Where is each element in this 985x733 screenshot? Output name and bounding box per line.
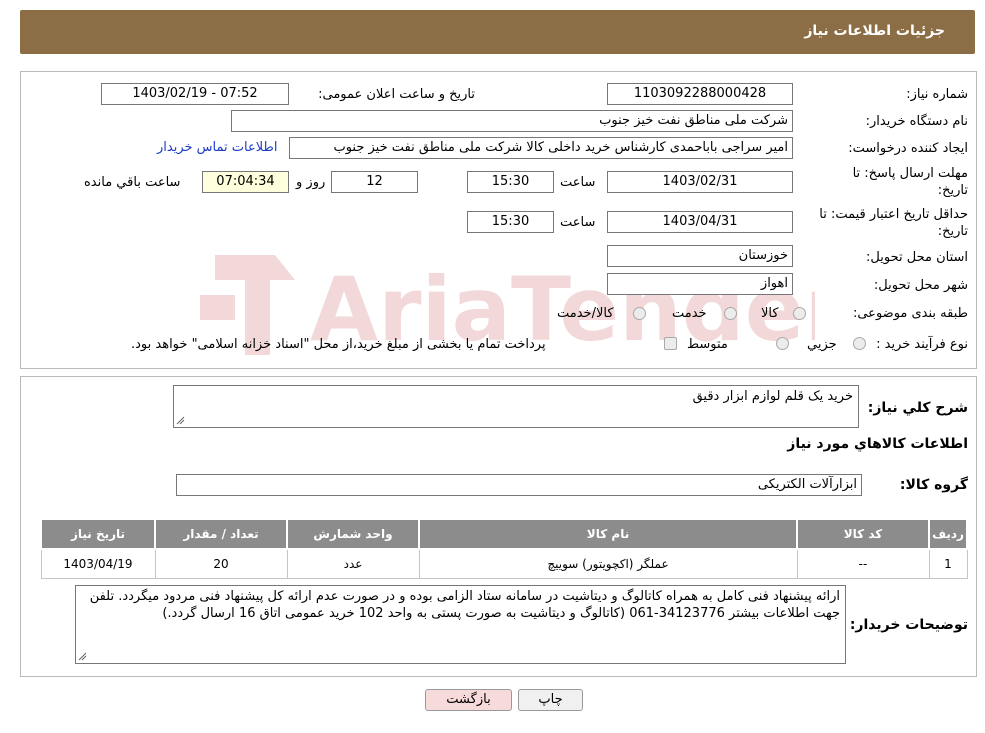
- process-option-medium: متوسط: [687, 337, 728, 352]
- category-radio-service[interactable]: [724, 307, 737, 320]
- print-button[interactable]: چاپ: [518, 689, 583, 711]
- page-header: جزئیات اطلاعات نیاز: [20, 10, 975, 54]
- announce-label: تاریخ و ساعت اعلان عمومی:: [318, 87, 475, 102]
- items-table-header: رديف کد کالا نام کالا واحد شمارش تعداد /…: [40, 518, 968, 550]
- cell-unit: عدد: [286, 548, 420, 579]
- remaining-label: ساعت باقي مانده: [84, 175, 181, 190]
- col-item-name: نام کالا: [418, 518, 798, 550]
- deadline-label: مهلت ارسال پاسخ: تا: [852, 166, 968, 181]
- resize-grip-icon[interactable]: [176, 416, 185, 425]
- need-number-label: شماره نیاز:: [906, 87, 968, 102]
- buyer-contact-link[interactable]: اطلاعات تماس خریدار: [157, 140, 277, 155]
- category-label: طبقه بندی موضوعی:: [852, 306, 968, 321]
- cell-item-code: --: [796, 548, 930, 579]
- group-label: گروه کالا:: [899, 477, 968, 493]
- announce-field: 1403/02/19 - 07:52: [101, 83, 289, 105]
- page-title: جزئیات اطلاعات نیاز: [804, 23, 945, 39]
- col-row-number: رديف: [928, 518, 968, 550]
- validity-time-label: ساعت: [560, 215, 596, 230]
- category-radio-goods-service[interactable]: [633, 307, 646, 320]
- city-label: شهر محل تحویل:: [873, 278, 968, 293]
- cell-need-date: 1403/04/19: [40, 548, 156, 579]
- col-item-code: کد کالا: [796, 518, 930, 550]
- items-title: اطلاعات کالاهاي مورد نياز: [787, 436, 968, 452]
- group-field: ابزارآلات الکتریکی: [176, 474, 862, 496]
- treasury-payment-checkbox[interactable]: [664, 337, 677, 350]
- buyer-org-field: شرکت ملی مناطق نفت خیز جنوب: [231, 110, 793, 132]
- deadline-label-date: تاریخ:: [937, 183, 968, 198]
- province-field: خوزستان: [607, 245, 793, 267]
- validity-label-date: تاریخ:: [937, 224, 968, 239]
- deadline-time-field: 15:30: [467, 171, 554, 193]
- back-button[interactable]: بازگشت: [425, 689, 512, 711]
- summary-field[interactable]: خرید یک قلم لوازم ابزار دقیق: [173, 385, 859, 428]
- process-radio-minor[interactable]: [853, 337, 866, 350]
- days-label: روز و: [296, 175, 326, 190]
- days-field: 12: [331, 171, 418, 193]
- process-note: پرداخت تمام یا بخشی از مبلغ خرید،از محل …: [131, 337, 546, 352]
- deadline-date-field: 1403/02/31: [607, 171, 793, 193]
- buyer-notes-field[interactable]: ارائه پیشنهاد فنی کامل به همراه کاتالوگ …: [75, 585, 846, 664]
- items-table: رديف کد کالا نام کالا واحد شمارش تعداد /…: [40, 518, 968, 579]
- category-radio-goods[interactable]: [793, 307, 806, 320]
- category-option-goods: کالا: [761, 306, 779, 321]
- summary-text: خرید یک قلم لوازم ابزار دقیق: [692, 389, 853, 404]
- category-option-service: خدمت: [672, 306, 707, 321]
- buyer-org-label: نام دستگاه خریدار:: [865, 114, 968, 129]
- col-unit: واحد شمارش: [286, 518, 420, 550]
- creator-field: امیر سراجی باباحمدی کارشناس خرید داخلی ک…: [289, 137, 793, 159]
- validity-date-field: 1403/04/31: [607, 211, 793, 233]
- col-quantity: تعداد / مقدار: [154, 518, 288, 550]
- cell-item-name: عملگر (اکچویتور) سوییچ: [418, 548, 798, 579]
- process-option-minor: جزيي: [807, 337, 837, 352]
- process-radio-medium[interactable]: [776, 337, 789, 350]
- deadline-time-label: ساعت: [560, 175, 596, 190]
- summary-label: شرح کلي نياز:: [867, 400, 968, 416]
- validity-time-field: 15:30: [467, 211, 554, 233]
- cell-quantity: 20: [154, 548, 288, 579]
- remaining-time-field: 07:04:34: [202, 171, 289, 193]
- province-label: استان محل تحویل:: [866, 250, 968, 265]
- creator-label: ایجاد کننده درخواست:: [848, 141, 968, 156]
- category-option-goods-service: کالا/خدمت: [557, 306, 614, 321]
- col-need-date: تاریخ نیاز: [40, 518, 156, 550]
- cell-row-number: 1: [928, 548, 968, 579]
- need-number-field: 1103092288000428: [607, 83, 793, 105]
- table-row: 1 -- عملگر (اکچویتور) سوییچ عدد 20 1403/…: [40, 548, 968, 579]
- resize-grip-icon[interactable]: [78, 652, 87, 661]
- validity-label: حداقل تاریخ اعتبار قیمت: تا: [819, 207, 968, 222]
- city-field: اهواز: [607, 273, 793, 295]
- buyer-notes-text: ارائه پیشنهاد فنی کامل به همراه کاتالوگ …: [89, 589, 840, 621]
- buyer-notes-label: توضیحات خریدار:: [849, 617, 968, 633]
- process-label: نوع فرآیند خرید :: [876, 337, 968, 352]
